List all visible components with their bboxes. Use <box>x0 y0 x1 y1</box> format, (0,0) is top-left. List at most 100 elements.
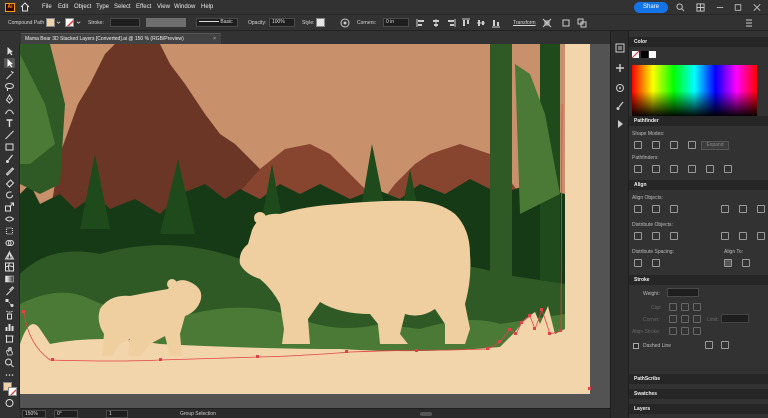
trim-icon[interactable] <box>652 165 660 173</box>
menu-help[interactable]: Help <box>201 4 213 10</box>
butt-cap-icon[interactable] <box>669 303 677 311</box>
recolor-artwork-icon[interactable] <box>340 18 350 28</box>
none-swatch[interactable] <box>632 51 639 58</box>
scale-tool-icon[interactable] <box>4 202 15 212</box>
symbols-icon[interactable] <box>615 83 625 93</box>
align-center-icon[interactable] <box>431 18 441 28</box>
zoom-field[interactable]: 150% <box>22 410 46 418</box>
eyedropper-tool-icon[interactable] <box>4 286 15 296</box>
menu-edit[interactable]: Edit <box>58 4 68 10</box>
variable-width-profile[interactable] <box>146 18 186 27</box>
symbol-sprayer-tool-icon[interactable] <box>4 310 15 320</box>
direct-selection-tool-icon[interactable] <box>4 58 15 68</box>
pathscribe-panel-header[interactable]: PathScribe <box>629 374 768 384</box>
menu-window[interactable]: Window <box>174 4 195 10</box>
vertical-align-center-icon[interactable] <box>739 205 747 213</box>
chevron-down-icon[interactable] <box>56 20 61 25</box>
search-icon[interactable] <box>676 3 685 12</box>
align-left-icon[interactable] <box>416 18 426 28</box>
type-tool-icon[interactable] <box>4 118 15 128</box>
pencil-tool-icon[interactable] <box>4 166 15 176</box>
outline-icon[interactable] <box>706 165 714 173</box>
limit-field[interactable] <box>721 314 749 323</box>
distribute-center-icon[interactable] <box>652 232 660 240</box>
document-tab[interactable]: Mama Bear 3D Stacked Layers [Converted].… <box>21 33 221 44</box>
shape-builder-tool-icon[interactable] <box>4 238 15 248</box>
stroke-swatch[interactable] <box>65 18 74 27</box>
brushes-icon[interactable] <box>615 101 625 111</box>
distribute-hcenter-icon[interactable] <box>739 232 747 240</box>
merge-icon[interactable] <box>670 165 678 173</box>
menu-select[interactable]: Select <box>114 4 131 10</box>
vertical-distribute-space-icon[interactable] <box>634 259 642 267</box>
chevron-down-icon[interactable] <box>76 20 81 25</box>
hand-tool-icon[interactable] <box>4 346 15 356</box>
menu-object[interactable]: Object <box>74 4 91 10</box>
divide-icon[interactable] <box>634 165 642 173</box>
eraser-tool-icon[interactable] <box>4 178 15 188</box>
preserve-dash-icon[interactable] <box>705 341 713 349</box>
align-stroke-outside-icon[interactable] <box>693 327 701 335</box>
color-spectrum[interactable] <box>632 65 757 117</box>
free-transform-tool-icon[interactable] <box>4 226 15 236</box>
horizontal-align-left-icon[interactable] <box>634 205 642 213</box>
vertical-align-top-icon[interactable] <box>721 205 729 213</box>
miter-join-icon[interactable] <box>669 315 677 323</box>
color-panel-header[interactable]: Color <box>629 37 768 47</box>
bevel-join-icon[interactable] <box>693 315 701 323</box>
exclude-icon[interactable] <box>688 141 696 149</box>
share-button[interactable]: Share <box>634 2 668 13</box>
close-tab-icon[interactable]: × <box>213 34 216 44</box>
menu-type[interactable]: Type <box>96 4 109 10</box>
pathfinder-panel-header[interactable]: Pathfinder <box>629 116 768 126</box>
align-right-icon[interactable] <box>446 18 456 28</box>
align-dash-corners-icon[interactable] <box>721 341 729 349</box>
white-swatch[interactable] <box>649 51 656 58</box>
width-tool-icon[interactable] <box>4 214 15 224</box>
magic-wand-tool-icon[interactable] <box>4 70 15 80</box>
align-bottom-icon[interactable] <box>491 18 501 28</box>
black-swatch[interactable] <box>641 51 648 58</box>
weight-field[interactable] <box>667 288 699 297</box>
expand-button[interactable]: Expand <box>701 141 729 150</box>
projecting-cap-icon[interactable] <box>693 303 701 311</box>
unite-icon[interactable] <box>634 141 642 149</box>
brush-definition[interactable]: Basic <box>196 18 238 27</box>
home-icon[interactable] <box>20 2 30 12</box>
align-top-icon[interactable] <box>461 18 471 28</box>
lasso-tool-icon[interactable] <box>4 82 15 92</box>
line-segment-tool-icon[interactable] <box>4 130 15 140</box>
crop-icon[interactable] <box>688 165 696 173</box>
horizontal-scrollbar[interactable] <box>420 412 432 416</box>
align-middle-icon[interactable] <box>476 18 486 28</box>
distribute-left-icon[interactable] <box>721 232 729 240</box>
pen-tool-icon[interactable] <box>4 94 15 104</box>
menu-file[interactable]: File <box>42 4 52 10</box>
rectangle-tool-icon[interactable] <box>4 142 15 152</box>
distribute-bottom-icon[interactable] <box>670 232 678 240</box>
artwork-canvas[interactable] <box>20 44 610 408</box>
align-to-artboard-icon[interactable] <box>742 259 750 267</box>
artboard-illustration[interactable] <box>20 44 610 408</box>
round-join-icon[interactable] <box>681 315 689 323</box>
selection-tool-icon[interactable] <box>4 46 15 56</box>
close-icon[interactable] <box>753 3 761 12</box>
minimize-icon[interactable] <box>716 3 724 12</box>
stroke-weight-field[interactable] <box>110 18 140 27</box>
distribute-right-icon[interactable] <box>757 232 765 240</box>
minus-back-icon[interactable] <box>724 165 732 173</box>
column-graph-tool-icon[interactable] <box>4 322 15 332</box>
rotation-field[interactable]: 0° <box>54 410 78 418</box>
reflect-icon[interactable] <box>561 18 571 28</box>
curvature-tool-icon[interactable] <box>4 106 15 116</box>
opacity-field[interactable]: 100% <box>269 18 295 27</box>
artboard-field[interactable]: 1 <box>106 410 128 418</box>
minus-front-icon[interactable] <box>652 141 660 149</box>
stroke-color-box[interactable] <box>8 387 17 396</box>
stroke-panel-header[interactable]: Stroke <box>629 275 768 285</box>
arrange-documents-icon[interactable] <box>696 3 705 12</box>
isolate-group-icon[interactable] <box>542 18 552 28</box>
transform-panel-icon[interactable] <box>615 63 625 73</box>
vertical-align-bottom-icon[interactable] <box>757 205 765 213</box>
align-stroke-center-icon[interactable] <box>669 327 677 335</box>
